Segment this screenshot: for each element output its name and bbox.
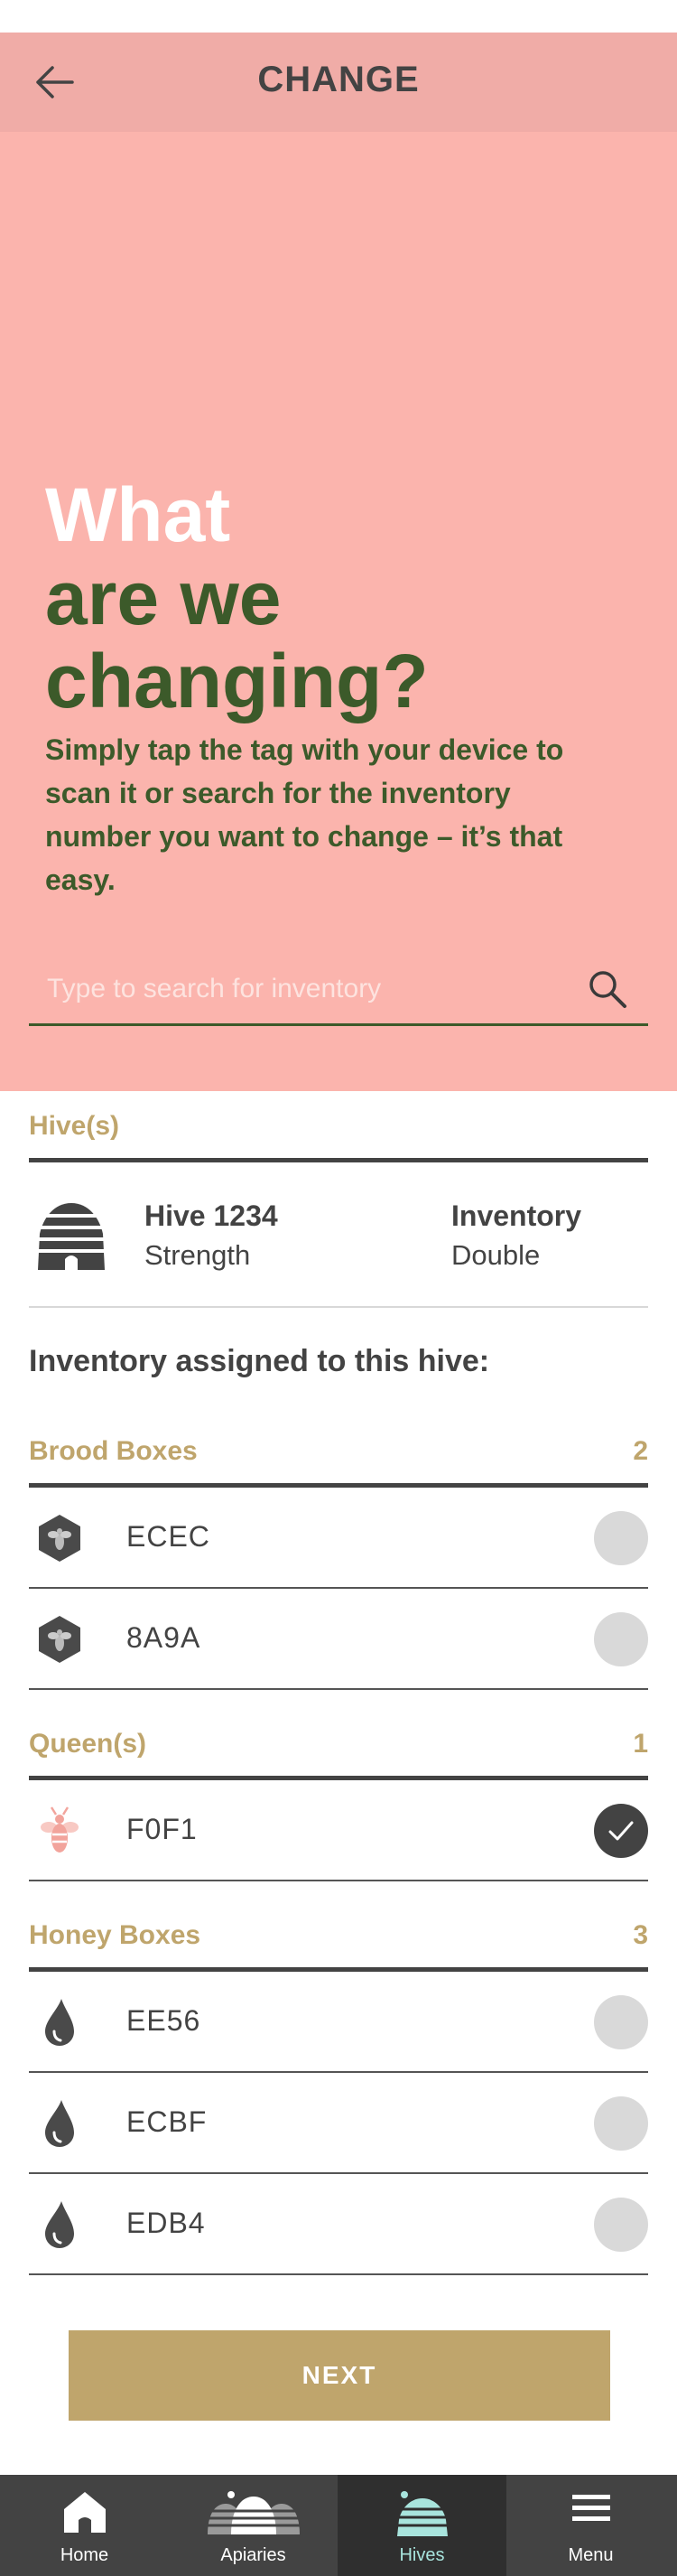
search-button[interactable] bbox=[585, 966, 630, 1012]
inventory-code: ECBF bbox=[126, 2105, 208, 2138]
inventory-row[interactable]: ECBF bbox=[29, 2073, 648, 2174]
select-toggle[interactable] bbox=[594, 2198, 648, 2252]
status-bar-area bbox=[0, 0, 677, 33]
search-input[interactable] bbox=[47, 968, 552, 1010]
hive-inventory-value: Double bbox=[451, 1239, 541, 1271]
inventory-code: ECEC bbox=[126, 1520, 210, 1553]
brood-boxes-count: 2 bbox=[633, 1436, 648, 1466]
honey-drop-icon bbox=[45, 2201, 74, 2248]
tab-menu[interactable]: Menu bbox=[506, 2475, 675, 2576]
hero-panel: What are we changing? Simply tap the tag… bbox=[0, 132, 677, 1091]
hive-icon bbox=[34, 1201, 108, 1272]
hive-inventory-label: Inventory bbox=[451, 1199, 582, 1232]
select-toggle-checked[interactable] bbox=[594, 1804, 648, 1858]
honey-drop-icon bbox=[45, 1999, 74, 2046]
inventory-row[interactable]: ECEC bbox=[29, 1488, 648, 1589]
queens-label: Queen(s) bbox=[29, 1729, 147, 1759]
hives-section-label: Hive(s) bbox=[29, 1111, 120, 1141]
inventory-row[interactable]: 8A9A bbox=[29, 1589, 648, 1690]
inventory-code: EE56 bbox=[126, 2004, 201, 2037]
select-toggle[interactable] bbox=[594, 1995, 648, 2049]
divider bbox=[29, 1158, 648, 1162]
home-icon bbox=[63, 2492, 106, 2533]
search-bar bbox=[29, 956, 648, 1026]
search-icon bbox=[589, 971, 626, 1008]
inventory-row[interactable]: EE56 bbox=[29, 1972, 648, 2073]
menu-icon bbox=[571, 2495, 610, 2521]
inventory-row[interactable]: EDB4 bbox=[29, 2174, 648, 2275]
queen-bee-icon bbox=[41, 1806, 79, 1853]
inventory-code: 8A9A bbox=[126, 1621, 201, 1654]
bee-hexagon-icon bbox=[39, 1515, 80, 1562]
page-title: CHANGE bbox=[257, 60, 420, 99]
brood-boxes-label: Brood Boxes bbox=[29, 1436, 198, 1466]
queens-count: 1 bbox=[633, 1729, 648, 1759]
assigned-inventory-heading: Inventory assigned to this hive: bbox=[29, 1344, 490, 1378]
tab-label: Hives bbox=[399, 2545, 445, 2565]
bee-hexagon-icon bbox=[39, 1616, 80, 1663]
tab-label: Menu bbox=[568, 2545, 614, 2565]
inventory-code: F0F1 bbox=[126, 1813, 198, 1845]
select-toggle[interactable] bbox=[594, 2096, 648, 2151]
hero-subtitle: Simply tap the tag with your device to s… bbox=[45, 733, 564, 896]
hive-icon bbox=[393, 2491, 451, 2536]
inventory-code: EDB4 bbox=[126, 2207, 206, 2239]
hero-title-line-3: changing? bbox=[45, 639, 429, 723]
tab-label: Home bbox=[60, 2545, 109, 2565]
hero-title: What are we changing? bbox=[45, 473, 429, 723]
hero-title-line-1: What bbox=[45, 472, 231, 557]
tab-label: Apiaries bbox=[220, 2545, 286, 2565]
honey-boxes-label: Honey Boxes bbox=[29, 1920, 201, 1950]
hero-title-line-2: are we bbox=[45, 555, 282, 640]
select-toggle[interactable] bbox=[594, 1511, 648, 1565]
tab-hives[interactable]: Hives bbox=[338, 2475, 506, 2576]
select-toggle[interactable] bbox=[594, 1612, 648, 1666]
bottom-tab-bar: Home Apiaries Hives Menu bbox=[0, 2475, 677, 2576]
hive-name: Hive 1234 bbox=[144, 1199, 278, 1232]
honey-drop-icon bbox=[45, 2100, 74, 2147]
tab-home[interactable]: Home bbox=[0, 2475, 169, 2576]
honey-boxes-count: 3 bbox=[633, 1920, 648, 1950]
divider bbox=[29, 1306, 648, 1308]
apiaries-icon bbox=[203, 2491, 303, 2534]
hive-strength: Strength bbox=[144, 1239, 251, 1271]
inventory-row[interactable]: F0F1 bbox=[29, 1780, 648, 1881]
tab-apiaries[interactable]: Apiaries bbox=[169, 2475, 338, 2576]
checkmark-icon bbox=[608, 1821, 634, 1841]
next-button[interactable]: NEXT bbox=[69, 2330, 610, 2421]
app-header: CHANGE bbox=[0, 33, 677, 132]
